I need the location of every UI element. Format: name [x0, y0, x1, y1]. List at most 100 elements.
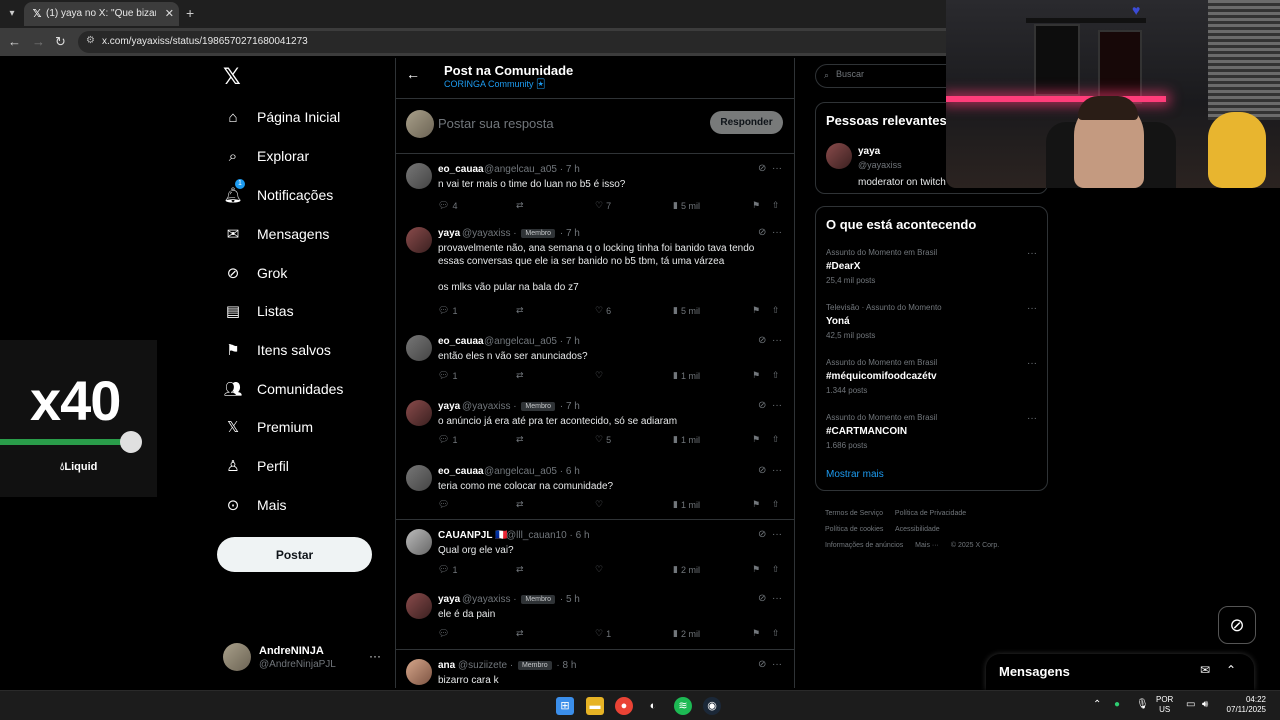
- share-action[interactable]: ⇧: [772, 564, 780, 575]
- more-icon[interactable]: ···: [1027, 303, 1037, 314]
- footer-link[interactable]: Política de Privacidade: [895, 510, 966, 517]
- author-name[interactable]: yaya: [438, 594, 460, 605]
- grok-icon[interactable]: ⊘: [758, 659, 766, 670]
- tweet[interactable]: yaya @yayaxiss · Membro · 7 h ⊘ ··· o an…: [396, 392, 794, 457]
- chevron-up-icon[interactable]: ⌃: [1093, 699, 1101, 710]
- bookmark-action[interactable]: ⚑: [752, 564, 760, 575]
- repost-action[interactable]: ⇄: [516, 370, 524, 381]
- reply-action[interactable]: 💬︎: [438, 628, 449, 639]
- avatar[interactable]: [406, 400, 432, 426]
- nav-item-messages[interactable]: ✉ Mensagens: [223, 219, 393, 249]
- x-logo-icon[interactable]: 𝕏: [223, 64, 241, 90]
- status-dot-icon[interactable]: ●: [1114, 699, 1120, 710]
- views-action[interactable]: ▮ 1 mil: [673, 499, 700, 510]
- more-icon[interactable]: ···: [1027, 248, 1037, 259]
- new-message-icon[interactable]: ✉: [1200, 663, 1210, 677]
- repost-action[interactable]: ⇄: [516, 434, 524, 445]
- share-action[interactable]: ⇧: [772, 499, 780, 510]
- like-action[interactable]: ♡ 5: [595, 434, 611, 445]
- bookmark-action[interactable]: ⚑: [752, 499, 760, 510]
- tweet-menu[interactable]: ⊘ ···: [758, 335, 782, 346]
- nav-item-explore[interactable]: ⌕ Explorar: [223, 141, 393, 171]
- repost-action[interactable]: ⇄: [516, 499, 524, 510]
- reply-action[interactable]: 💬︎ 4: [438, 200, 457, 211]
- views-action[interactable]: ▮ 1 mil: [673, 370, 700, 381]
- grok-icon[interactable]: ⊘: [758, 335, 766, 346]
- grok-icon[interactable]: ⊘: [758, 163, 766, 174]
- like-action[interactable]: ♡: [595, 564, 603, 575]
- bookmark-action[interactable]: ⚑: [752, 305, 760, 316]
- tweet-menu[interactable]: ⊘ ···: [758, 593, 782, 604]
- windows-start-icon[interactable]: ⊞: [556, 697, 574, 715]
- nav-item-lists[interactable]: ▤ Listas: [223, 296, 393, 326]
- footer-link[interactable]: Termos de Serviço: [825, 510, 883, 517]
- close-tab-icon[interactable]: ✕: [165, 7, 174, 21]
- volume-icon[interactable]: 🔊︎: [1202, 699, 1208, 710]
- back-arrow-icon[interactable]: ←: [406, 66, 420, 82]
- nav-item-bookmarks[interactable]: ⚑ Itens salvos: [223, 335, 393, 365]
- grok-icon[interactable]: ⊘: [758, 529, 766, 540]
- microphone-icon[interactable]: 🎙︎: [1136, 699, 1149, 710]
- avatar[interactable]: [826, 143, 852, 169]
- site-info-icon[interactable]: ⚙: [86, 35, 95, 46]
- reply-action[interactable]: 💬︎ 1: [438, 564, 457, 575]
- footer-link[interactable]: Mais ···: [915, 542, 939, 549]
- share-action[interactable]: ⇧: [772, 628, 780, 639]
- trend-item[interactable]: Assunto do Momento em Brasil #méquicomif…: [826, 358, 1041, 395]
- repost-action[interactable]: ⇄: [516, 200, 524, 211]
- clock[interactable]: 04:22 07/11/2025: [1226, 695, 1266, 715]
- post-button[interactable]: Postar: [217, 537, 372, 572]
- bookmark-action[interactable]: ⚑: [752, 628, 760, 639]
- more-icon[interactable]: ···: [369, 649, 381, 663]
- share-action[interactable]: ⇧: [772, 200, 780, 211]
- reload-icon[interactable]: ↻: [55, 34, 66, 50]
- repost-action[interactable]: ⇄: [516, 564, 524, 575]
- trend-item[interactable]: Televisão · Assunto do Momento Yoná 42,5…: [826, 303, 1041, 340]
- tweet[interactable]: yaya @yayaxiss · Membro · 5 h ⊘ ··· ele …: [396, 585, 794, 647]
- grok-floating-button[interactable]: ⊘: [1218, 606, 1256, 644]
- tweet[interactable]: eo_cauaa @angelcau_a05 · 6 h ⊘ ··· teria…: [396, 457, 794, 519]
- avatar[interactable]: [406, 335, 432, 361]
- more-icon[interactable]: ···: [1027, 358, 1037, 369]
- more-icon[interactable]: ···: [772, 465, 782, 476]
- tweet[interactable]: CAUANPJL 🇫🇷 @lll_cauan10 · 6 h ⊘ ··· Qua…: [396, 521, 794, 585]
- views-action[interactable]: ▮ 5 mil: [673, 305, 700, 316]
- browser-tab[interactable]: 𝕏 (1) yaya no X: "Que bizarro isso ✕: [24, 2, 179, 26]
- url-field[interactable]: ⚙ x.com/yayaxiss/status/1986570271680041…: [78, 31, 958, 53]
- bookmark-action[interactable]: ⚑: [752, 434, 760, 445]
- repost-action[interactable]: ⇄: [516, 305, 524, 316]
- nav-item-home[interactable]: ⌂ Página Inicial: [223, 102, 393, 132]
- forward-icon[interactable]: →: [32, 34, 45, 50]
- author-name[interactable]: eo_cauaa: [438, 466, 484, 477]
- grok-icon[interactable]: ⊘: [758, 400, 766, 411]
- author-name[interactable]: yaya: [438, 228, 460, 239]
- author-name[interactable]: eo_cauaa: [438, 336, 484, 347]
- nav-item-premium[interactable]: 𝕏 Premium: [223, 412, 393, 442]
- like-action[interactable]: ♡ 1: [595, 628, 611, 639]
- tweet-menu[interactable]: ⊘ ···: [758, 163, 782, 174]
- reply-input[interactable]: [438, 112, 698, 134]
- avatar[interactable]: [406, 659, 432, 685]
- bookmark-action[interactable]: ⚑: [752, 200, 760, 211]
- footer-link[interactable]: Informações de anúncios: [825, 542, 903, 549]
- more-icon[interactable]: ···: [1027, 413, 1037, 424]
- app-icon[interactable]: ◐: [644, 697, 662, 715]
- more-icon[interactable]: ···: [772, 335, 782, 346]
- trend-item[interactable]: Assunto do Momento em Brasil #CARTMANCOI…: [826, 413, 1041, 450]
- footer-link[interactable]: Acessibilidade: [895, 526, 940, 533]
- tab-search-icon[interactable]: ▾: [4, 6, 20, 22]
- author-name[interactable]: ana: [438, 660, 455, 671]
- reply-action[interactable]: 💬︎ 1: [438, 370, 457, 381]
- views-action[interactable]: ▮ 2 mil: [673, 564, 700, 575]
- network-icon[interactable]: ▭: [1186, 699, 1195, 710]
- author-name[interactable]: yaya: [438, 401, 460, 412]
- like-action[interactable]: ♡: [595, 499, 603, 510]
- like-action[interactable]: ♡ 6: [595, 305, 611, 316]
- grok-icon[interactable]: ⊘: [758, 465, 766, 476]
- share-action[interactable]: ⇧: [772, 305, 780, 316]
- avatar[interactable]: [406, 593, 432, 619]
- reply-button[interactable]: Responder: [710, 111, 783, 134]
- avatar[interactable]: [406, 529, 432, 555]
- tweet[interactable]: yaya @yayaxiss · Membro · 7 h ⊘ ··· prov…: [396, 219, 794, 327]
- show-more-link[interactable]: Mostrar mais: [826, 469, 884, 480]
